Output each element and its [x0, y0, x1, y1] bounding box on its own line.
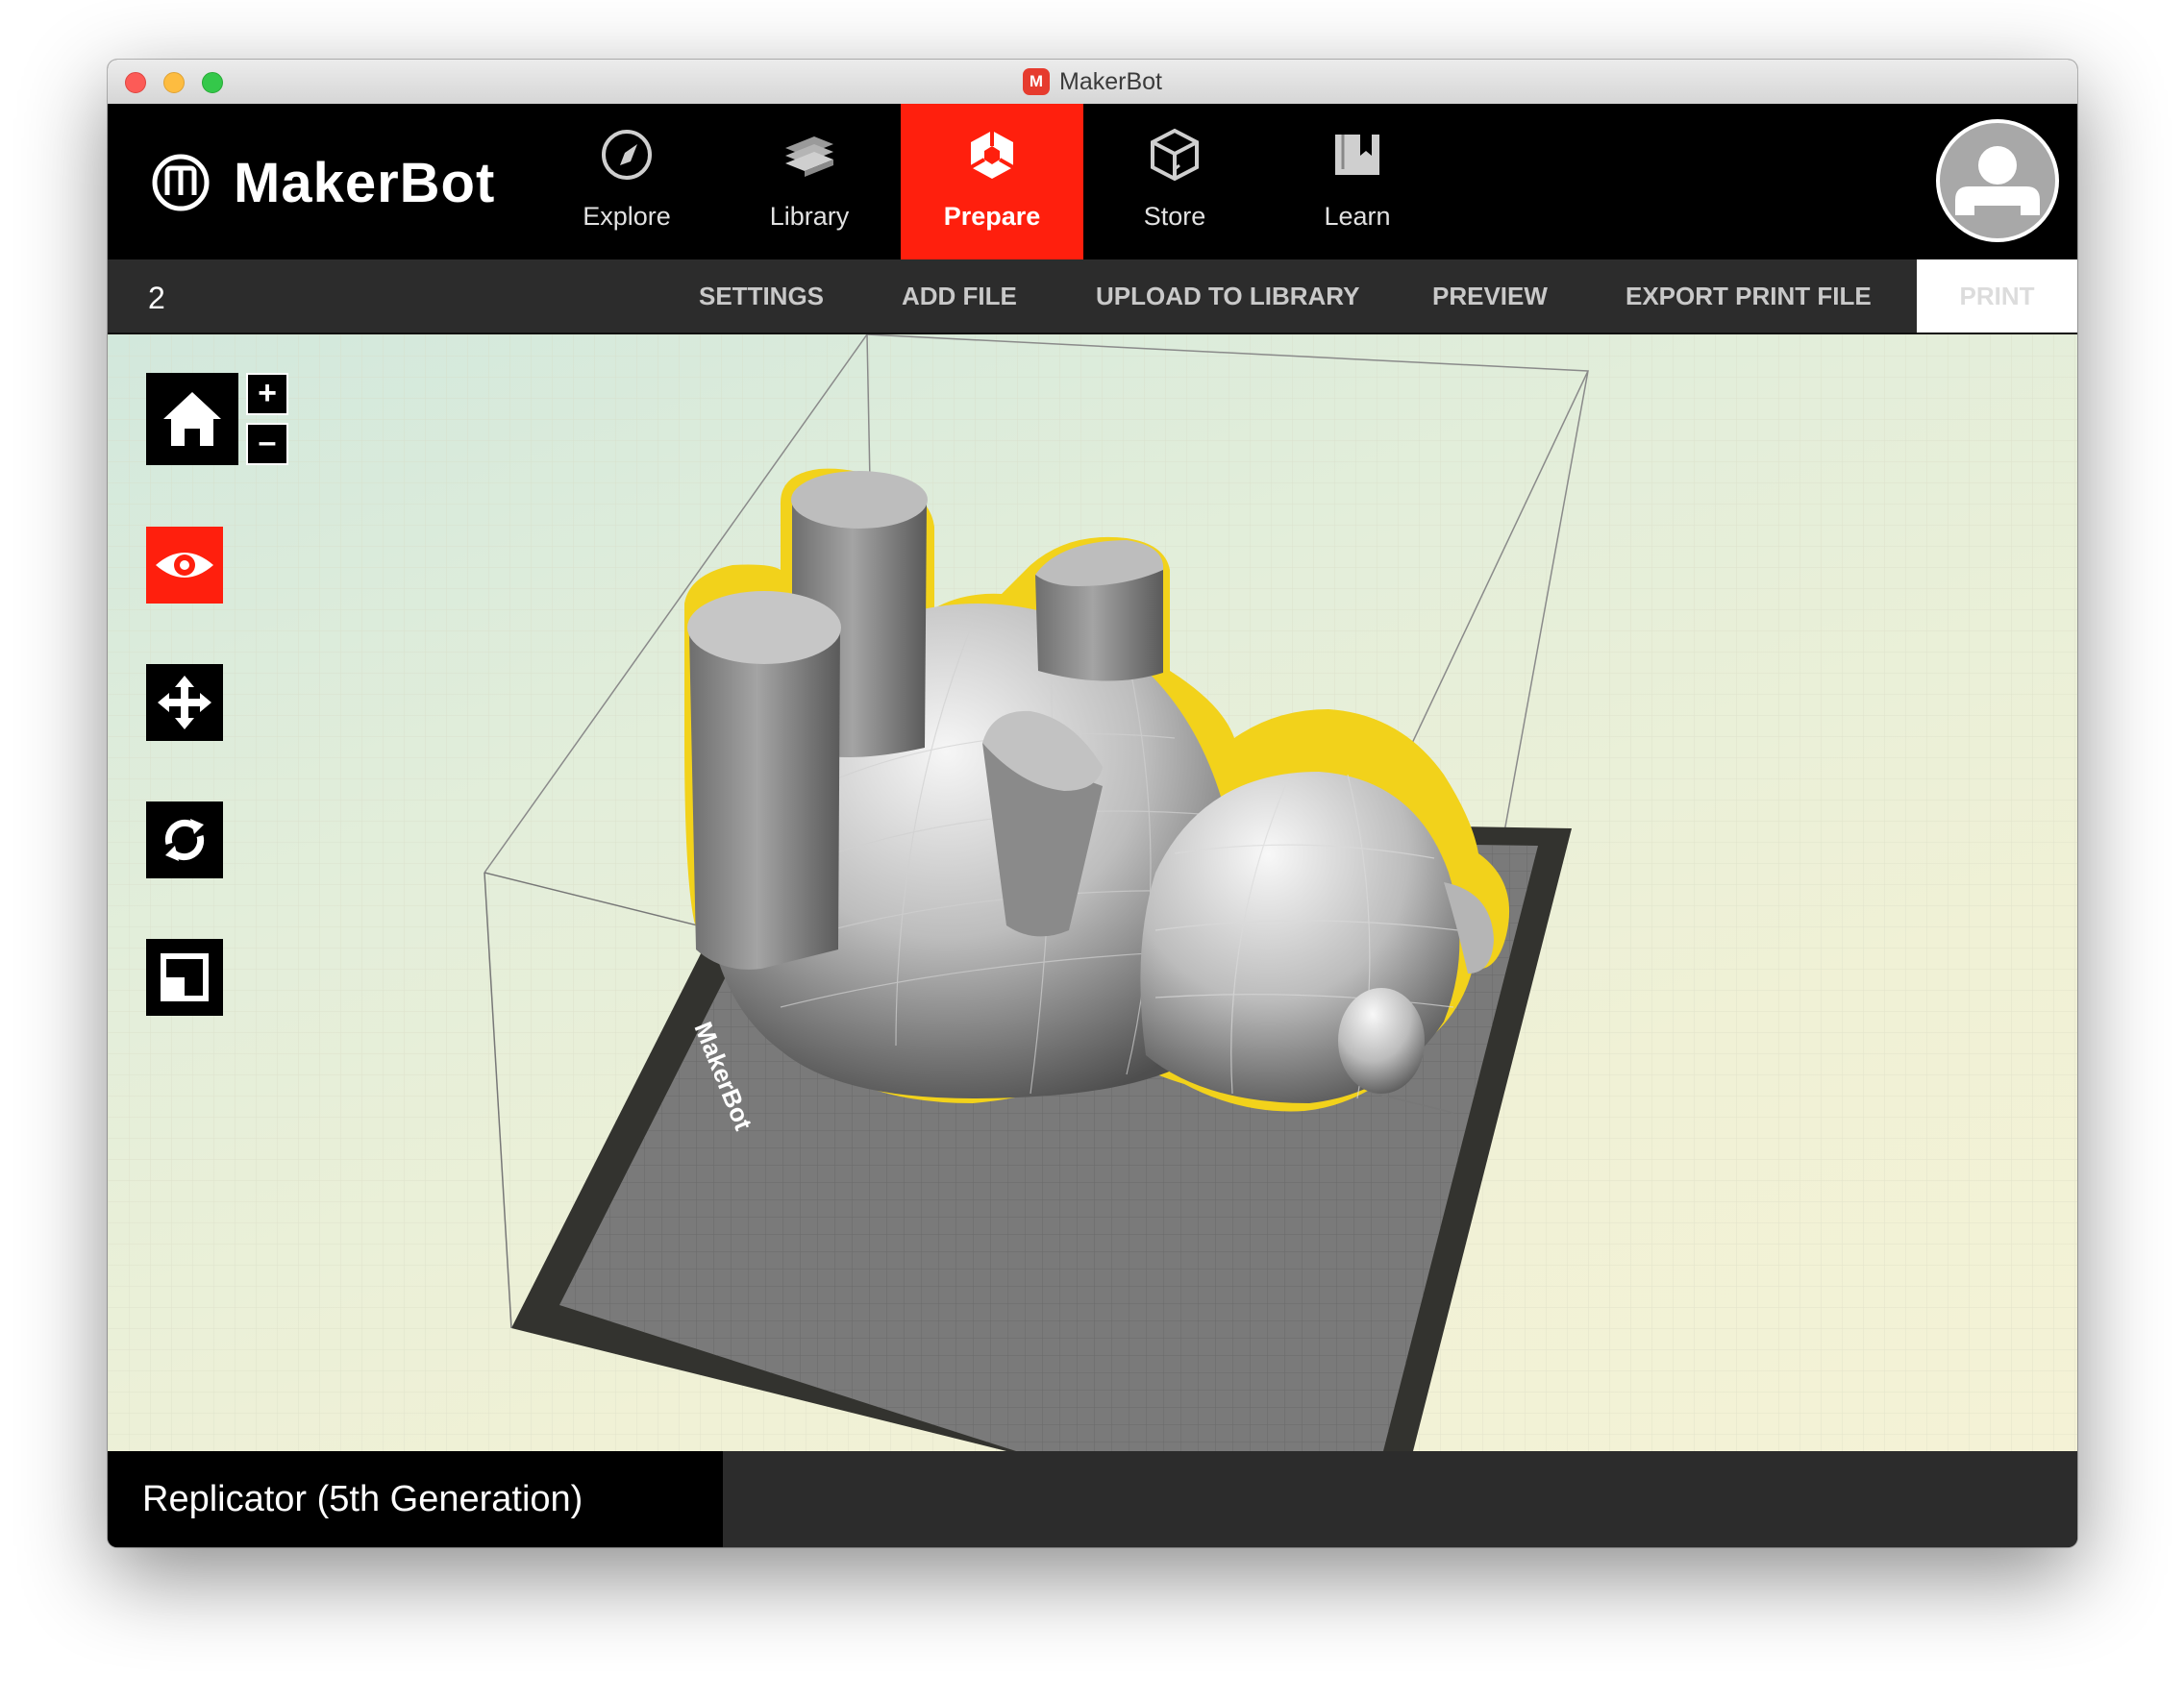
export-print-file-button[interactable]: EXPORT PRINT FILE — [1626, 259, 1872, 333]
rotate-tool-button[interactable] — [146, 801, 223, 878]
action-bar: 2 SETTINGS ADD FILE UPLOAD TO LIBRARY PR… — [108, 259, 2077, 334]
app-icon: M — [1023, 68, 1050, 95]
nav-explore-label: Explore — [583, 202, 671, 231]
top-navigation: MakerBot Explore Library Prepare Store L… — [108, 104, 2077, 259]
nav-learn-label: Learn — [1324, 202, 1391, 231]
nav-prepare-label: Prepare — [943, 202, 1041, 231]
cube-box-icon — [1151, 128, 1199, 182]
3d-viewport[interactable]: MakerBot + – — [108, 334, 2077, 1451]
print-button[interactable]: PRINT — [1917, 259, 2077, 333]
zoom-in-button[interactable]: + — [246, 373, 288, 415]
makerbot-logo-icon — [152, 154, 210, 211]
build-scene[interactable]: MakerBot — [108, 334, 2077, 1451]
preview-button[interactable]: PREVIEW — [1432, 259, 1548, 333]
nav-library[interactable]: Library — [718, 104, 901, 259]
home-view-button[interactable] — [146, 373, 238, 465]
user-avatar-icon — [1955, 146, 2040, 215]
home-icon — [163, 392, 221, 446]
zoom-out-button[interactable]: – — [246, 423, 288, 465]
move-tool-button[interactable] — [146, 664, 223, 741]
printer-selector[interactable]: Replicator (5th Generation) — [108, 1451, 723, 1547]
file-count: 2 — [148, 281, 165, 315]
logo-wordmark: MakerBot — [234, 151, 496, 214]
user-avatar[interactable] — [1936, 119, 2059, 242]
upload-to-library-button[interactable]: UPLOAD TO LIBRARY — [1096, 259, 1359, 333]
add-file-button[interactable]: ADD FILE — [902, 259, 1017, 333]
settings-button[interactable]: SETTINGS — [699, 259, 824, 333]
nav-explore[interactable]: Explore — [535, 104, 718, 259]
nav-store-label: Store — [1143, 202, 1206, 231]
title-bar[interactable]: M MakerBot — [108, 60, 2077, 105]
view-tool-button[interactable] — [146, 527, 223, 604]
nav-prepare[interactable]: Prepare — [901, 104, 1083, 259]
book-icon — [1335, 135, 1379, 175]
window-title: MakerBot — [1059, 67, 1162, 95]
scale-icon — [161, 953, 209, 1001]
compass-icon — [602, 130, 652, 180]
move-arrows-icon — [158, 676, 211, 729]
app-window: M MakerBot MakerBot Explore Library Prep… — [108, 60, 2077, 1547]
scale-tool-button[interactable] — [146, 939, 223, 1016]
rotate-icon — [164, 819, 205, 861]
nav-library-label: Library — [769, 202, 850, 231]
eye-icon — [156, 553, 213, 578]
makerbot-logo[interactable]: MakerBot — [151, 150, 495, 215]
nav-learn[interactable]: Learn — [1266, 104, 1449, 259]
nav-store[interactable]: Store — [1083, 104, 1266, 259]
prepare-hexagon-icon — [970, 131, 1014, 179]
library-stack-icon — [785, 136, 833, 177]
status-bar: Replicator (5th Generation) — [108, 1451, 2077, 1547]
